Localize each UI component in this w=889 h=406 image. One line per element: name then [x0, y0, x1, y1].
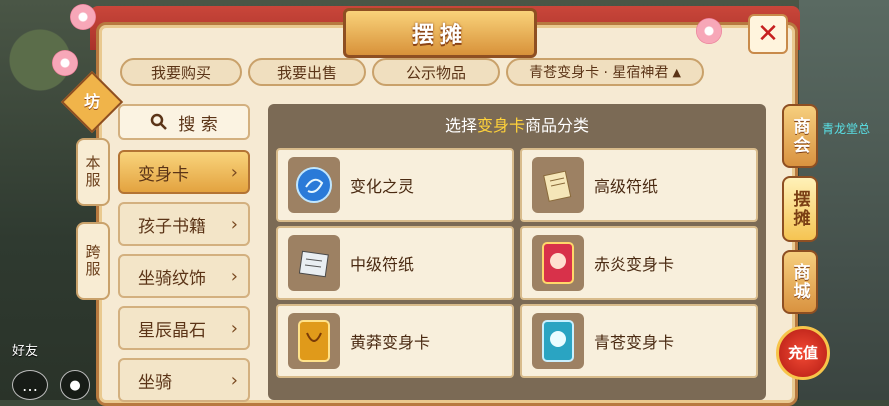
- close-icon: ✕: [757, 19, 779, 49]
- recharge-button[interactable]: 充值: [776, 326, 830, 380]
- tab-public-items[interactable]: 公示物品: [372, 58, 500, 86]
- mic-button[interactable]: ●: [60, 370, 90, 400]
- friends-label[interactable]: 好友: [12, 340, 38, 359]
- window-title: 摆摊: [343, 8, 537, 58]
- flower-decoration-icon: [696, 18, 722, 44]
- chevron-right-icon: ›: [230, 370, 238, 391]
- item-filter-dropdown[interactable]: 青苍变身卡 · 星宿神君 ▲: [506, 58, 704, 86]
- chat-bubble-icon: …: [22, 375, 38, 395]
- nav-stall[interactable]: 摆摊: [782, 176, 818, 242]
- npc-name: 青龙堂总: [822, 122, 871, 136]
- item-card[interactable]: 变化之灵: [276, 148, 514, 222]
- book-paper-icon: [288, 235, 340, 291]
- item-card[interactable]: 中级符纸: [276, 226, 514, 300]
- search-icon: [151, 113, 168, 130]
- chat-button[interactable]: …: [12, 370, 48, 400]
- category-mount-patterns[interactable]: 坐骑纹饰 ›: [118, 254, 250, 298]
- search-button[interactable]: 搜 索: [118, 104, 250, 140]
- blue-orb-icon: [288, 157, 340, 213]
- chevron-right-icon: ›: [230, 162, 238, 183]
- microphone-icon: ●: [69, 377, 81, 393]
- teal-card-icon: [532, 313, 584, 369]
- content-title: 选择变身卡商品分类: [444, 116, 590, 135]
- tab-sell[interactable]: 我要出售: [248, 58, 366, 86]
- item-card[interactable]: 高级符纸: [520, 148, 758, 222]
- chevron-right-icon: ›: [230, 266, 238, 287]
- category-mount[interactable]: 坐骑 ›: [118, 358, 250, 402]
- flower-decoration-icon: [52, 50, 78, 76]
- close-button[interactable]: ✕: [748, 14, 788, 54]
- category-child-books[interactable]: 孩子书籍 ›: [118, 202, 250, 246]
- category-transform-card[interactable]: 变身卡 ›: [118, 150, 250, 194]
- nav-mall[interactable]: 商城: [782, 250, 818, 314]
- tab-buy[interactable]: 我要购买: [120, 58, 242, 86]
- gold-card-icon: [288, 313, 340, 369]
- item-card[interactable]: 黄莽变身卡: [276, 304, 514, 378]
- item-card[interactable]: 青苍变身卡: [520, 304, 758, 378]
- flower-decoration-icon: [70, 4, 96, 30]
- top-tab-bar: 我要购买 我要出售 公示物品 青苍变身卡 · 星宿神君 ▲: [120, 58, 704, 88]
- nav-chamber-of-commerce[interactable]: 商会: [782, 104, 818, 168]
- category-star-crystal[interactable]: 星辰晶石 ›: [118, 306, 250, 350]
- triangle-up-icon: ▲: [672, 65, 681, 79]
- chevron-right-icon: ›: [230, 318, 238, 339]
- red-card-icon: [532, 235, 584, 291]
- tab-local-server[interactable]: 本服: [76, 138, 110, 206]
- tab-cross-server[interactable]: 跨服: [76, 222, 110, 300]
- scroll-paper-icon: [532, 157, 584, 213]
- item-card[interactable]: 赤炎变身卡: [520, 226, 758, 300]
- chevron-right-icon: ›: [230, 214, 238, 235]
